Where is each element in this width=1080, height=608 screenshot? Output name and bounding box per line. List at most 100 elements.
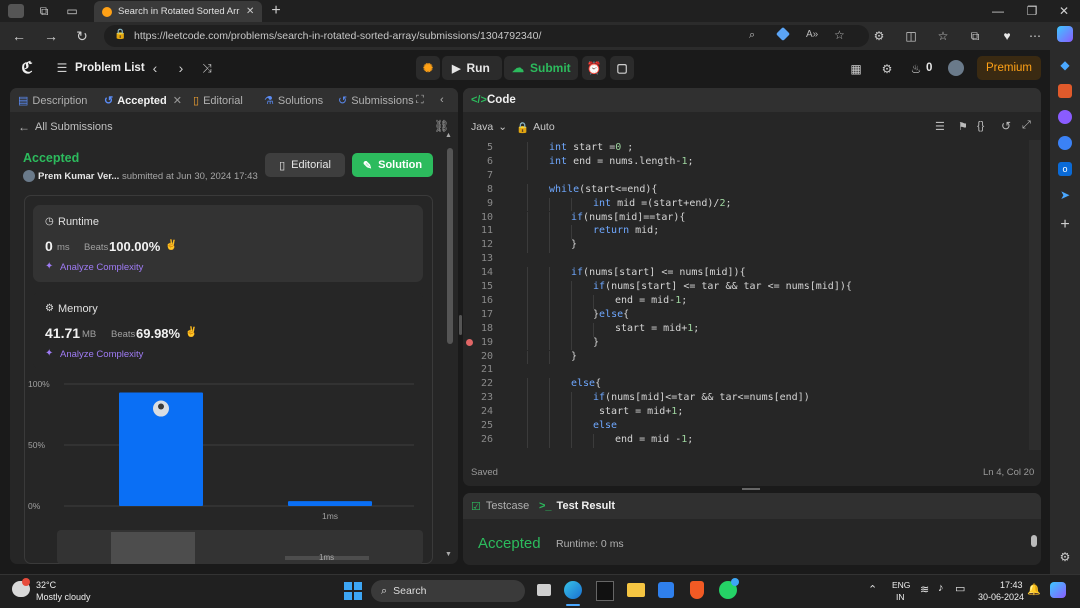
tab-testcase[interactable]: ☑ Testcase	[471, 500, 529, 513]
autocomplete-toggle[interactable]: 🔒 Auto	[516, 121, 555, 134]
left-panel-scrollbar[interactable]	[447, 148, 453, 344]
store-icon[interactable]	[658, 582, 674, 598]
coupon-icon[interactable]	[775, 26, 791, 42]
vertical-splitter[interactable]	[459, 315, 462, 335]
timer-button[interactable]: ⏰	[582, 56, 606, 80]
tab-editorial[interactable]: ▯ Editorial	[193, 94, 243, 108]
runtime-card[interactable]: ◷ Runtime 0 ms Beats 100.00% ✌ ✦ Analyze…	[33, 205, 423, 282]
scroll-down-icon[interactable]: ▼	[445, 551, 452, 558]
all-submissions-link[interactable]: All Submissions	[35, 121, 113, 133]
code-scrollbar[interactable]	[1029, 140, 1041, 450]
clock-date[interactable]: 30-06-2024	[978, 592, 1024, 602]
refresh-icon[interactable]: ↻	[73, 27, 91, 45]
language-indicator-1[interactable]: ENG	[892, 580, 910, 590]
collapse-panel-icon[interactable]: ‹	[440, 94, 444, 106]
wifi-icon[interactable]: ≋	[920, 583, 929, 596]
copilot-icon[interactable]	[1057, 26, 1073, 42]
taskbar-search[interactable]: ⌕ Search	[371, 580, 525, 602]
favorites-bar-icon[interactable]: ☆	[934, 27, 952, 45]
sidebar-settings-icon[interactable]: ⚙	[1058, 550, 1072, 564]
share-link-icon[interactable]: ⛓	[434, 119, 449, 133]
add-sidebar-icon[interactable]: +	[1058, 216, 1072, 233]
tab-description[interactable]: ▤ Description	[18, 94, 87, 108]
submitter-name[interactable]: Prem Kumar Ver...	[38, 171, 119, 182]
notification-bell-icon[interactable]: 🔔	[1027, 583, 1041, 596]
browser-essentials-icon[interactable]: ♥	[998, 27, 1016, 45]
forward-icon[interactable]: →	[42, 27, 60, 45]
scroll-up-icon[interactable]: ▲	[445, 132, 452, 139]
battery-icon[interactable]: ▭	[955, 582, 965, 595]
task-view-icon[interactable]	[537, 584, 551, 596]
next-problem-icon[interactable]: ›	[174, 60, 188, 76]
settings-icon[interactable]: ⚙	[879, 61, 895, 77]
runtime-analyze-link[interactable]: Analyze Complexity	[60, 262, 143, 273]
collections-icon[interactable]: ⧉	[966, 27, 984, 45]
layout-icon[interactable]: ▦	[848, 61, 864, 77]
volume-icon[interactable]: ♪	[938, 582, 944, 594]
memory-card[interactable]: ⚙ Memory 41.71 MB Beats 69.98% ✌ ✦ Analy…	[33, 292, 423, 369]
zoom-icon[interactable]: ⌕	[749, 29, 755, 42]
url-field[interactable]: 🔒 https://leetcode.com/problems/search-i…	[104, 25, 869, 47]
tab-actions-icon[interactable]: ▭	[64, 3, 80, 19]
tab-submissions[interactable]: ↺ Submissions	[338, 94, 414, 108]
brave-icon[interactable]	[690, 581, 704, 599]
outlook-icon[interactable]: o	[1058, 162, 1072, 176]
edge-icon[interactable]	[564, 581, 582, 599]
shopping-icon[interactable]: ◆	[1058, 58, 1072, 72]
terminal-app-icon[interactable]	[596, 581, 614, 601]
runtime-distribution-chart[interactable]: 100% 50% 0% 1ms	[24, 374, 444, 524]
submit-button[interactable]: ☁ Submit	[504, 56, 578, 80]
extensions-icon[interactable]: ⚙	[870, 27, 888, 45]
start-button[interactable]	[344, 582, 362, 600]
notes-button[interactable]: ▢	[610, 56, 634, 80]
format-icon[interactable]: ☰	[935, 120, 945, 133]
language-indicator-2[interactable]: IN	[896, 592, 905, 602]
horizontal-splitter[interactable]	[742, 488, 760, 490]
bookmark-icon[interactable]: ⚑	[958, 120, 968, 133]
favorite-icon[interactable]: ☆	[834, 28, 845, 42]
workspaces-icon[interactable]: ⧉	[36, 3, 52, 19]
clock-time[interactable]: 17:43	[1000, 580, 1023, 590]
solution-button[interactable]: ✎ Solution	[352, 153, 433, 177]
reset-icon[interactable]: ↺	[1001, 119, 1011, 133]
active-tab[interactable]: Search in Rotated Sorted Array - ✕	[94, 1, 262, 22]
problem-list-link[interactable]: Problem List	[75, 62, 145, 74]
editorial-button[interactable]: ▯ Editorial	[265, 153, 345, 177]
minimize-icon[interactable]: —	[990, 3, 1006, 19]
close-window-icon[interactable]: ✕	[1056, 3, 1072, 19]
send-icon[interactable]: ➤	[1058, 188, 1072, 202]
tab-test-result[interactable]: >_ Test Result	[539, 500, 615, 512]
show-hidden-icons[interactable]: ⌃	[868, 583, 877, 596]
shuffle-icon[interactable]: ⤨	[199, 60, 215, 76]
back-icon[interactable]: ←	[10, 27, 28, 45]
braces-icon[interactable]: {}	[977, 120, 984, 132]
fullscreen-icon[interactable]: ⤢	[1022, 119, 1031, 132]
copilot-taskbar-icon[interactable]	[1050, 582, 1066, 598]
close-accepted-tab-icon[interactable]: ✕	[173, 94, 182, 107]
code-editor[interactable]: 5 int start =0 ; 6 int end = nums.length-1;…	[463, 138, 1023, 453]
restore-icon[interactable]: ❐	[1024, 3, 1040, 19]
close-tab-icon[interactable]: ✕	[246, 6, 254, 17]
new-tab-icon[interactable]: +	[268, 2, 284, 20]
premium-button[interactable]: Premium	[977, 56, 1041, 80]
m365-icon[interactable]	[1058, 136, 1072, 150]
games-icon[interactable]	[1058, 110, 1072, 124]
more-options-icon[interactable]: ⋯	[1026, 27, 1044, 45]
file-explorer-icon[interactable]	[627, 583, 645, 597]
read-aloud-icon[interactable]: A»	[806, 29, 818, 40]
split-screen-icon[interactable]: ◫	[902, 27, 920, 45]
overview-strip[interactable]: 1ms	[57, 530, 423, 564]
tab-solutions[interactable]: ⚗ Solutions	[264, 94, 323, 108]
leetcode-logo-icon[interactable]: ℭ	[18, 59, 36, 77]
fire-streak-icon[interactable]: ♨	[909, 61, 923, 77]
maximize-panel-icon[interactable]: ⛶	[416, 94, 424, 107]
run-button[interactable]: ▶ Run	[442, 56, 502, 80]
tab-accepted[interactable]: ↺ Accepted ✕	[104, 94, 182, 108]
memory-analyze-link[interactable]: Analyze Complexity	[60, 349, 143, 360]
tools-icon[interactable]	[1058, 84, 1072, 98]
debug-button[interactable]: ✺	[416, 56, 440, 80]
back-arrow-icon[interactable]: ←	[18, 120, 30, 134]
language-select[interactable]: Java ⌄	[471, 121, 507, 133]
prev-problem-icon[interactable]: ‹	[148, 60, 162, 76]
user-avatar[interactable]	[948, 60, 964, 76]
